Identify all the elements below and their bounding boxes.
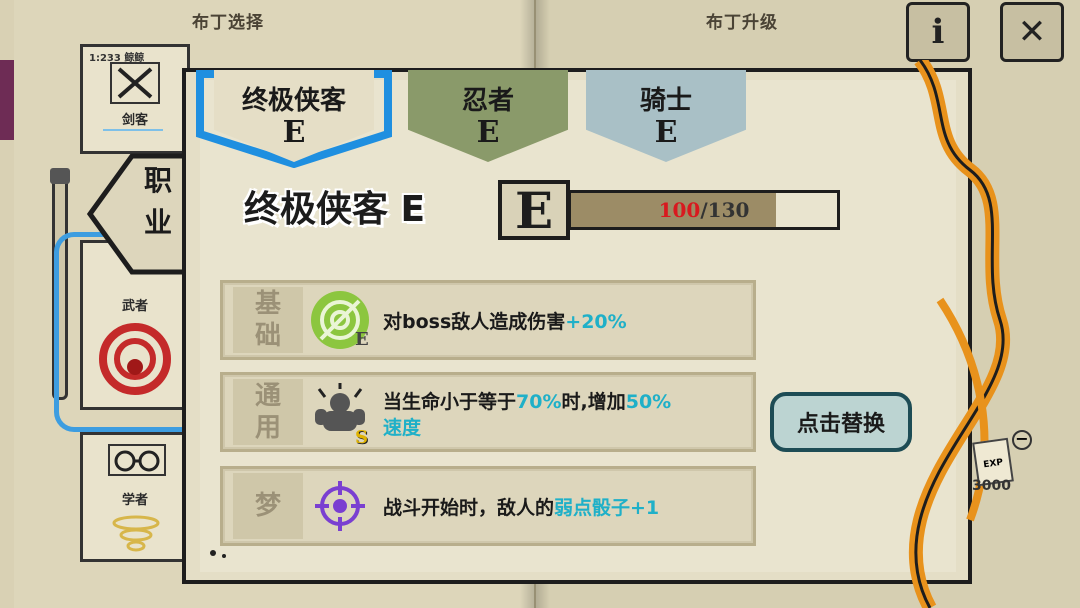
martial-artist-icon xyxy=(99,323,171,395)
card-divider xyxy=(103,129,163,151)
sidebar-item-label: 武者 xyxy=(121,299,148,314)
skill-tag-char: 础 xyxy=(254,321,281,351)
exp-value: 3000 xyxy=(972,478,1011,494)
tab-name: 忍者 xyxy=(461,86,514,116)
close-button[interactable]: ✕ xyxy=(1000,2,1064,62)
skill-row-basic: 基 础 E 对boss敌人造成伤害+20% xyxy=(220,280,756,360)
category-label: 职业 xyxy=(143,164,172,239)
skill-desc-line1: 当生命小于等于70%时,增加50% xyxy=(383,389,671,415)
purple-crosshair-icon[interactable] xyxy=(311,477,369,535)
skill-description: 对boss敌人造成伤害+20% xyxy=(383,309,627,335)
class-title: 终极侠客 E xyxy=(244,189,426,230)
skill-row-general: 通 用 S 当生命小于等于70%时,增加50% 速度 xyxy=(220,372,756,452)
crossed-swords-icon xyxy=(110,62,160,104)
panel-rivet xyxy=(210,550,216,556)
skill-desc-text: 时,增加 xyxy=(561,391,626,413)
sidebar-item-xuezhe[interactable]: 学者 xyxy=(80,432,190,562)
tab-grade: E xyxy=(654,115,678,150)
tab-name: 骑士 xyxy=(639,86,692,116)
scholar-glasses-icon xyxy=(108,444,166,476)
skill-desc-highlight: 50% xyxy=(625,391,672,413)
xp-text: 100/130 xyxy=(571,193,837,227)
skill-desc-highlight: 70% xyxy=(516,391,562,413)
sidebar-item-label: 剑客 xyxy=(121,113,148,128)
left-page-title: 布丁选择 xyxy=(192,13,264,33)
xp-current: 100 xyxy=(658,198,701,222)
info-button[interactable]: i xyxy=(906,2,970,62)
tab-name: 终极侠客 xyxy=(241,86,346,116)
xp-progress-bar: 100/130 xyxy=(568,190,840,230)
panel-rivet xyxy=(222,554,226,558)
skill-row-dream: 梦 战斗开始时，敌人的弱点骰子+1 xyxy=(220,466,756,546)
skill-desc-highlight: +20% xyxy=(565,311,627,333)
skill-desc-text: 当生命小于等于 xyxy=(383,391,517,413)
xp-separator: / xyxy=(700,198,708,222)
class-grade-badge: E xyxy=(498,180,570,240)
skill-tag: 梦 xyxy=(233,473,303,539)
skill-tag-char: 梦 xyxy=(254,491,281,521)
skill-tag-char: 用 xyxy=(254,413,281,443)
info-icon: i xyxy=(931,12,945,52)
skill-grade: S xyxy=(355,427,368,448)
tab-grade: E xyxy=(476,115,500,150)
sidebar-item-jianke[interactable]: 1:233 鲸鲸 剑客 xyxy=(80,44,190,154)
rope-decoration xyxy=(908,60,1011,608)
tab-grade: E xyxy=(282,115,306,150)
skill-tag-char: 通 xyxy=(254,381,281,411)
skill-description: 战斗开始时，敌人的弱点骰子+1 xyxy=(383,495,659,521)
right-page-title: 布丁升级 xyxy=(706,13,778,33)
skill-desc-highlight: 速度 xyxy=(383,417,422,439)
skill-tag: 通 用 xyxy=(233,379,303,445)
close-icon: ✕ xyxy=(1017,12,1047,52)
skill-grade: E xyxy=(355,329,369,350)
skill-description: 当生命小于等于70%时,增加50% 速度 xyxy=(383,389,671,441)
xp-max: 130 xyxy=(707,198,750,222)
skill-desc-text: 对boss敌人造成伤害 xyxy=(383,311,566,333)
sidebar-item-label: 学者 xyxy=(121,493,148,508)
skill-desc-highlight: 弱点骰子+1 xyxy=(554,497,660,519)
skill-tag: 基 础 xyxy=(233,287,303,353)
book-left-edge xyxy=(0,60,14,140)
tornado-icon xyxy=(112,515,160,552)
skill-desc-text: 战斗开始时，敌人的 xyxy=(383,497,555,519)
minus-icon[interactable]: − xyxy=(1012,430,1032,450)
sidebar-scroll-thumb[interactable] xyxy=(50,168,70,184)
skill-tag-char: 基 xyxy=(254,289,281,319)
